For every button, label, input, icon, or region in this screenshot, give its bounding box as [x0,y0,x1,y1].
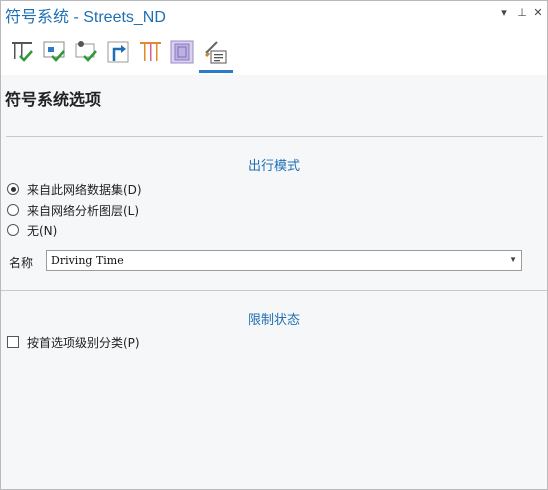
radio-button[interactable] [7,183,19,195]
turn-symbology-button[interactable] [106,39,132,65]
point-symbology-button[interactable] [74,39,100,65]
dropdown-arrow-icon: ▼ [509,255,517,264]
section-divider [6,136,543,137]
symbology-options-button[interactable] [199,39,233,73]
primary-symbology-icon [12,42,33,62]
radio-label: 无(N) [27,223,58,238]
radio-button[interactable] [7,224,19,236]
turn-symbology-icon [107,41,129,63]
classify-by-preference-checkbox[interactable] [7,336,19,348]
symbology-pane: 符号系统 - Streets_ND ▾ ⊥ ✕ 符号系统选项 出行模式 来自此网… [0,0,548,490]
point-symbology-icon [75,41,97,62]
attribute-symbology-button[interactable] [138,39,164,65]
radio-none[interactable]: 无(N) [7,222,57,238]
display-filter-icon [170,40,194,64]
section-title: 符号系统选项 [5,92,102,109]
attribute-table-icon [140,42,161,61]
pane-title-bar: 符号系统 - Streets_ND ▾ ⊥ ✕ [1,1,547,27]
radio-from-analysis-layer[interactable]: 来自网络分析图层(L) [7,202,139,218]
radio-label: 来自此网络数据集(D) [27,182,142,197]
radio-label: 来自网络分析图层(L) [27,203,140,218]
classify-by-preference-checkbox-row[interactable]: 按首选项级别分类(P) [7,334,140,350]
dropdown-value: Driving Time [51,254,124,267]
travel-mode-name-dropdown[interactable]: Driving Time ▼ [46,250,522,271]
pane-title: 符号系统 - Streets_ND [5,9,166,26]
restriction-heading: 限制状态 [247,312,300,327]
pin-button[interactable]: ⊥ [515,5,529,21]
radio-button[interactable] [7,204,19,216]
close-button[interactable]: ✕ [531,5,545,21]
name-field-label: 名称 [9,256,34,270]
secondary-symbology-button[interactable] [42,39,68,65]
group-divider [1,290,547,291]
checkbox-label: 按首选项级别分类(P) [27,335,140,350]
symbology-options-icon [205,41,227,64]
travel-mode-heading: 出行模式 [247,158,300,173]
symbology-toolbar [1,27,547,75]
pane-menu-button[interactable]: ▾ [497,5,511,21]
display-filter-button[interactable] [170,39,196,65]
secondary-symbology-icon [43,41,65,62]
primary-symbology-button[interactable] [10,39,36,65]
radio-from-network-dataset[interactable]: 来自此网络数据集(D) [7,181,142,197]
